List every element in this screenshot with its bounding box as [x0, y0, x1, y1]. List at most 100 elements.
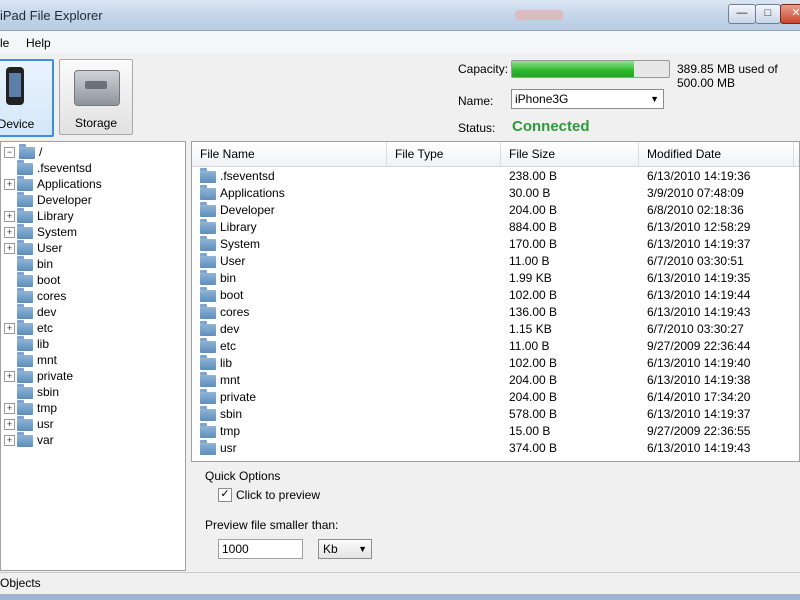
preview-size-input[interactable]: 1000	[218, 539, 303, 559]
modified-date-cell: 6/8/2010 02:18:36	[647, 202, 744, 219]
modified-date-cell-text: 6/13/2010 14:19:40	[647, 356, 751, 370]
table-row[interactable]: dev 1.15 KB 6/7/2010 03:30:27	[192, 320, 799, 338]
folder-icon	[17, 271, 33, 287]
tree-item-label: Library	[37, 209, 74, 223]
folder-icon	[17, 335, 33, 351]
file-name-cell: Developer	[200, 201, 275, 219]
status-value: Connected	[512, 118, 590, 135]
file-name-cell: Library	[200, 218, 257, 236]
column-header-file-name[interactable]: File Name	[192, 142, 387, 166]
table-row[interactable]: sbin 578.00 B 6/13/2010 14:19:37	[192, 405, 799, 423]
chevron-down-icon: ▼	[358, 544, 367, 554]
table-row[interactable]: boot 102.00 B 6/13/2010 14:19:44	[192, 286, 799, 304]
tree-item-label: mnt	[37, 353, 58, 367]
tree-item-label: usr	[37, 417, 54, 431]
file-name-cell: etc	[200, 337, 236, 355]
file-list[interactable]: File Name File Type File Size Modified D…	[191, 141, 800, 462]
folder-icon	[200, 252, 216, 268]
column-header-file-size[interactable]: File Size	[501, 142, 639, 166]
file-size-cell-text: 204.00 B	[509, 373, 558, 387]
close-button[interactable]: ✕	[780, 4, 800, 24]
table-row[interactable]: mnt 204.00 B 6/13/2010 14:19:38	[192, 371, 799, 389]
folder-icon	[17, 415, 33, 431]
folder-icon	[17, 207, 33, 223]
expand-icon[interactable]: +	[4, 179, 15, 190]
table-row[interactable]: etc 11.00 B 9/27/2009 22:36:44	[192, 337, 799, 355]
folder-icon	[17, 191, 33, 207]
table-row[interactable]: cores 136.00 B 6/13/2010 14:19:43	[192, 303, 799, 321]
folder-icon	[200, 303, 216, 319]
table-row[interactable]: bin 1.99 KB 6/13/2010 14:19:35	[192, 269, 799, 287]
table-row[interactable]: Applications 30.00 B 3/9/2010 07:48:09	[192, 184, 799, 202]
collapse-icon[interactable]: −	[4, 147, 15, 158]
device-name-select[interactable]: iPhone3G ▼	[511, 89, 664, 109]
file-size-cell-text: 374.00 B	[509, 441, 558, 455]
device-button[interactable]: Device	[0, 59, 54, 137]
menu-help[interactable]: Help	[26, 36, 51, 50]
table-row[interactable]: System 170.00 B 6/13/2010 14:19:37	[192, 235, 799, 253]
expand-icon[interactable]: +	[4, 419, 15, 430]
modified-date-cell: 6/7/2010 03:30:51	[647, 253, 744, 270]
table-row[interactable]: usr 374.00 B 6/13/2010 14:19:43	[192, 439, 799, 457]
minimize-button[interactable]: —	[728, 4, 756, 24]
table-row[interactable]: .fseventsd 238.00 B 6/13/2010 14:19:36	[192, 167, 799, 185]
file-name-cell-text: Library	[220, 220, 257, 234]
expand-icon[interactable]: +	[4, 403, 15, 414]
file-size-cell-text: 1.15 KB	[509, 322, 552, 336]
file-name-cell-text: tmp	[220, 424, 241, 438]
folder-icon	[200, 320, 216, 336]
file-name-cell: User	[200, 252, 245, 270]
table-row[interactable]: Library 884.00 B 6/13/2010 12:58:29	[192, 218, 799, 236]
modified-date-cell-text: 6/13/2010 14:19:37	[647, 237, 751, 251]
tree-item-label: Applications	[37, 177, 102, 191]
file-name-cell-text: cores	[220, 305, 250, 319]
file-name-cell-text: lib	[220, 356, 233, 370]
size-unit-select[interactable]: Kb ▼	[318, 539, 372, 559]
file-name-cell: private	[200, 388, 257, 406]
expand-icon[interactable]: +	[4, 243, 15, 254]
column-header-file-type[interactable]: File Type	[387, 142, 501, 166]
folder-icon	[17, 223, 33, 239]
file-name-cell: lib	[200, 354, 233, 372]
maximize-button[interactable]: □	[755, 4, 781, 24]
menu-file[interactable]: File	[0, 36, 9, 50]
table-row[interactable]: Developer 204.00 B 6/8/2010 02:18:36	[192, 201, 799, 219]
click-to-preview-label: Click to preview	[236, 488, 321, 502]
modified-date-cell: 6/13/2010 14:19:37	[647, 236, 750, 253]
expand-icon[interactable]: +	[4, 435, 15, 446]
modified-date-cell: 6/13/2010 14:19:43	[647, 440, 750, 457]
table-row[interactable]: User 11.00 B 6/7/2010 03:30:51	[192, 252, 799, 270]
tree-root-label: /	[39, 145, 43, 159]
folder-icon	[200, 422, 216, 438]
column-header-modified-date[interactable]: Modified Date	[639, 142, 794, 166]
file-name-cell: Applications	[200, 184, 285, 202]
title-bar: iPad File Explorer — □ ✕	[0, 0, 800, 31]
drive-icon	[74, 70, 120, 106]
folder-icon	[200, 388, 216, 404]
table-row[interactable]: lib 102.00 B 6/13/2010 14:19:40	[192, 354, 799, 372]
expand-icon[interactable]: +	[4, 211, 15, 222]
folder-icon	[200, 286, 216, 302]
modified-date-cell-text: 6/13/2010 14:19:38	[647, 373, 751, 387]
folder-tree[interactable]: − / .fseventsd + Applications Developer + Lib…	[0, 141, 186, 571]
expand-icon[interactable]: +	[4, 227, 15, 238]
device-button-label: Device	[0, 117, 35, 131]
window-bottom-edge	[0, 594, 800, 600]
file-name-cell-text: private	[220, 390, 257, 404]
folder-icon	[200, 167, 216, 183]
file-name-cell-text: bin	[220, 271, 237, 285]
file-name-cell: sbin	[200, 405, 242, 423]
storage-button[interactable]: Storage	[59, 59, 133, 135]
folder-icon	[19, 143, 35, 159]
expand-icon[interactable]: +	[4, 371, 15, 382]
file-size-cell: 11.00 B	[509, 338, 549, 355]
table-row[interactable]: tmp 15.00 B 9/27/2009 22:36:55	[192, 422, 799, 440]
file-size-cell: 170.00 B	[509, 236, 557, 253]
modified-date-cell-text: 3/9/2010 07:48:09	[647, 186, 744, 200]
name-label: Name:	[458, 94, 494, 108]
modified-date-cell: 6/13/2010 12:58:29	[647, 219, 750, 236]
table-row[interactable]: private 204.00 B 6/14/2010 17:34:20	[192, 388, 799, 406]
click-to-preview-checkbox[interactable]: ✓	[218, 488, 232, 502]
modified-date-cell-text: 6/13/2010 14:19:43	[647, 441, 751, 455]
expand-icon[interactable]: +	[4, 323, 15, 334]
